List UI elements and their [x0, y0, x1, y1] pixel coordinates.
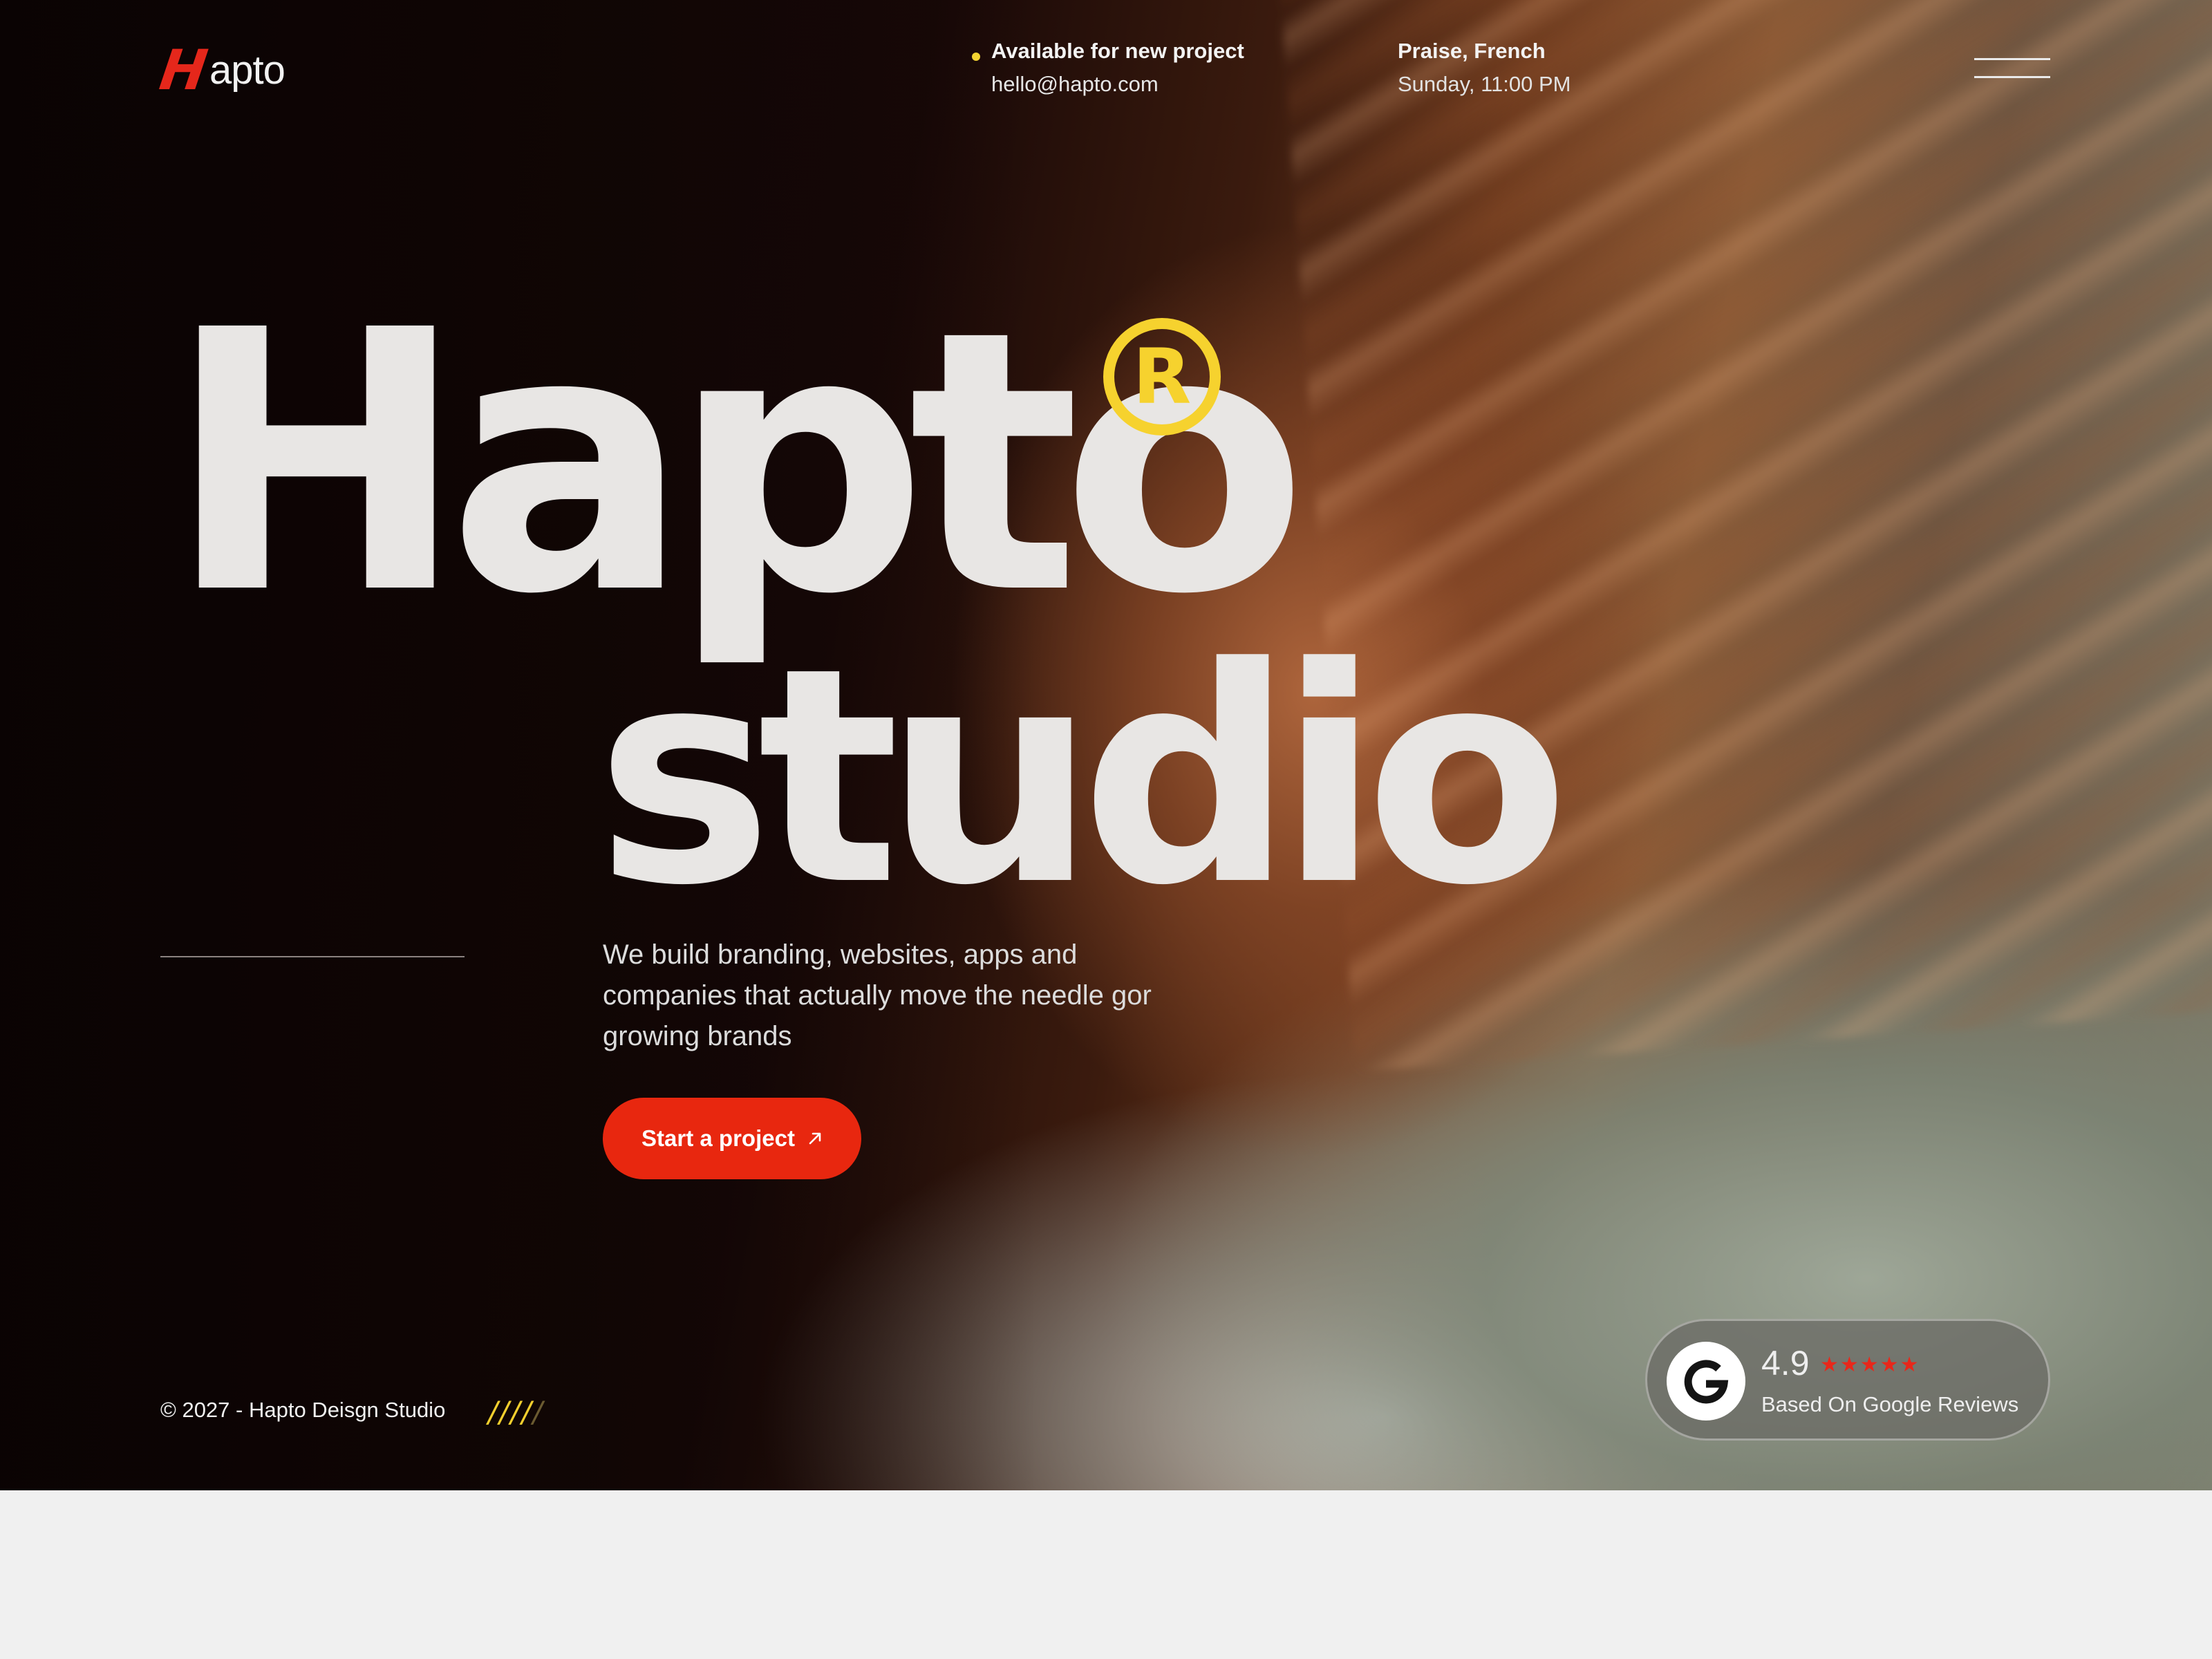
location-city: Praise, French: [1398, 39, 1546, 63]
star-rating-icon: ★★★★★: [1820, 1353, 1920, 1377]
menu-line: [1974, 58, 2050, 60]
availability-dot-icon: [972, 53, 980, 61]
slashes-dim: /: [532, 1395, 544, 1429]
google-icon: [1667, 1342, 1745, 1421]
arrow-up-right-icon: [809, 1132, 821, 1145]
menu-line: [1974, 76, 2050, 78]
availability-title: Available for new project: [991, 39, 1244, 63]
headline-studio: studio: [596, 605, 1569, 950]
hamburger-icon[interactable]: [1970, 55, 2053, 83]
registered-mark-icon: R: [1103, 318, 1221, 435]
below-fold-area: [0, 1490, 2212, 1659]
start-project-label: Start a project: [641, 1125, 795, 1151]
review-caption: Based On Google Reviews: [1761, 1392, 2019, 1416]
start-project-button[interactable]: Start a project: [603, 1098, 861, 1179]
hero-section: H apto Available for new project hello@h…: [0, 0, 2212, 1490]
location-time: Sunday, 11:00 PM: [1398, 72, 1571, 96]
logo-text: apto: [209, 48, 285, 93]
hero-tagline: We build branding, websites, apps and co…: [603, 939, 1152, 1051]
contact-email-link[interactable]: hello@hapto.com: [991, 72, 1159, 97]
google-review-badge[interactable]: 4.9 ★★★★★ Based On Google Reviews: [1645, 1319, 2050, 1441]
google-g-glyph: [1684, 1360, 1729, 1404]
logo-mark: H: [156, 38, 212, 102]
logo[interactable]: H apto: [156, 38, 285, 102]
review-rating: 4.9: [1761, 1344, 1810, 1382]
decorative-slashes: /////: [488, 1395, 544, 1429]
slashes-bright: ////: [488, 1395, 533, 1429]
divider-line: [160, 956, 465, 957]
copyright-text: © 2027 - Hapto Deisgn Studio: [160, 1398, 446, 1422]
